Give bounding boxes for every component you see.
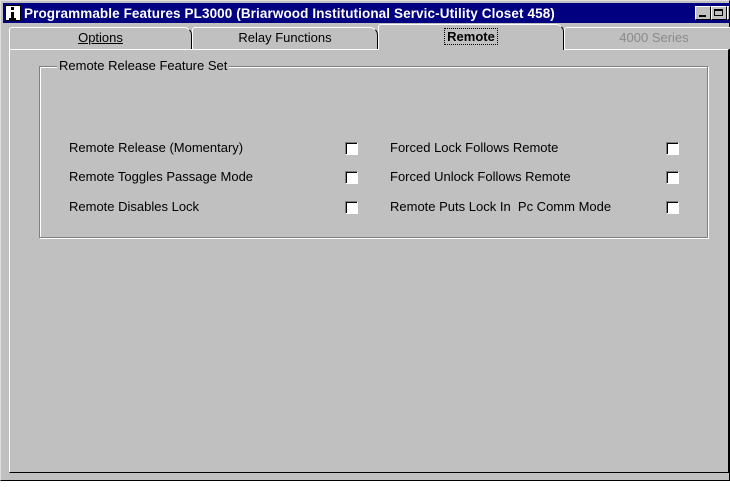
window-title: Programmable Features PL3000 (Briarwood … (24, 5, 555, 21)
tab-relay-functions[interactable]: Relay Functions (192, 27, 378, 49)
tab-relay-functions-label: Relay Functions (238, 30, 332, 45)
forced-lock-follows-remote-checkbox[interactable] (666, 142, 679, 155)
minimize-button[interactable] (695, 6, 711, 20)
minimize-icon (699, 15, 706, 17)
tab-options[interactable]: Options (9, 27, 192, 49)
remote-puts-lock-in-pc-comm-mode-checkbox[interactable] (666, 201, 679, 214)
tab-4000-series-label: 4000 Series (619, 30, 689, 45)
window-bottom-edge (0, 481, 730, 487)
remote-disables-lock-label: Remote Disables Lock (69, 199, 200, 214)
forced-unlock-follows-remote-checkbox[interactable] (666, 171, 679, 184)
app-info-icon[interactable] (5, 5, 21, 21)
remote-disables-lock-checkbox[interactable] (345, 201, 358, 214)
remote-toggles-passage-mode-label: Remote Toggles Passage Mode (69, 169, 254, 184)
tab-4000-series: 4000 Series (564, 27, 730, 49)
maximize-icon (714, 9, 723, 16)
maximize-button[interactable] (711, 6, 727, 20)
remote-toggles-passage-mode-checkbox[interactable] (345, 171, 358, 184)
tab-remote-label: Remote (444, 28, 498, 45)
forced-unlock-follows-remote-label: Forced Unlock Follows Remote (390, 169, 571, 184)
remote-puts-lock-in-pc-comm-mode-label: Remote Puts Lock In Pc Comm Mode (390, 199, 612, 214)
tab-options-label: Options (78, 30, 123, 45)
forced-lock-follows-remote-label: Forced Lock Follows Remote (390, 140, 559, 155)
title-bar[interactable]: Programmable Features PL3000 (Briarwood … (3, 3, 729, 23)
group-title: Remote Release Feature Set (57, 58, 230, 74)
close-button[interactable]: ✕ (727, 6, 729, 20)
programmable-features-window: Programmable Features PL3000 (Briarwood … (0, 0, 730, 481)
tab-strip: Options Relay Functions Remote 4000 Seri… (9, 24, 730, 50)
remote-release-momentary-checkbox[interactable] (345, 142, 358, 155)
tab-remote[interactable]: Remote (378, 24, 564, 50)
remote-release-momentary-label: Remote Release (Momentary) (69, 140, 244, 155)
